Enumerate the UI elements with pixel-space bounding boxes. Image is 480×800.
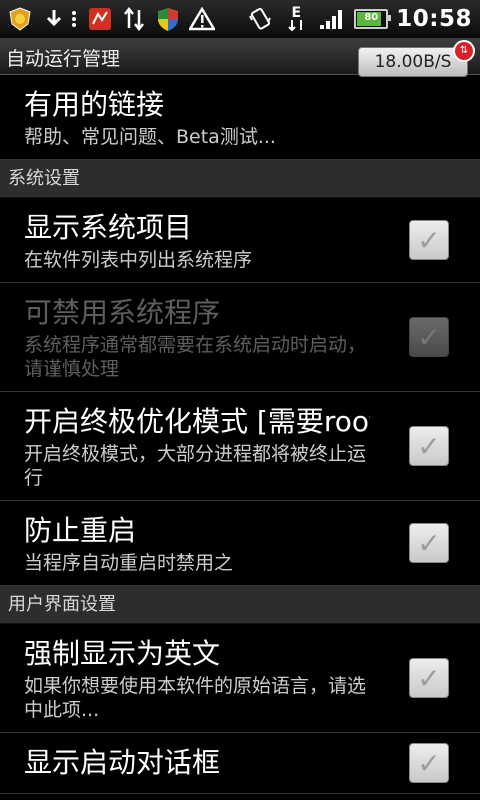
app-notification-icon[interactable]	[6, 5, 34, 33]
show-system-items-item[interactable]: 显示系统项目 在软件列表中列出系统程序 ✓	[0, 198, 480, 283]
section-header-system: 系统设置	[0, 160, 480, 198]
speed-alert-icon[interactable]: ⇅	[453, 40, 475, 62]
item-title: 可禁用系统程序	[24, 296, 221, 329]
ultimate-mode-item[interactable]: 开启终极优化模式 [需要root] 开启终极模式，大部分进程都将被终止运行 ✓	[0, 392, 480, 501]
show-system-items-checkbox[interactable]: ✓	[409, 220, 449, 260]
settings-list: 有用的链接 帮助、常见问题、Beta测试... 系统设置 显示系统项目 在软件列…	[0, 75, 480, 794]
section-header-ui: 用户界面设置	[0, 586, 480, 624]
data-transfer-icon	[120, 5, 148, 33]
edge-network-icon: E	[282, 5, 310, 33]
status-bar: E 80 10:58	[0, 0, 480, 38]
title-bar: 自动运行管理 18.00B/S ⇅	[0, 38, 480, 77]
item-summary: 当程序自动重启时禁用之	[24, 552, 234, 574]
page-title: 自动运行管理	[6, 48, 121, 70]
ultimate-mode-checkbox[interactable]: ✓	[409, 426, 449, 466]
battery-level: 80	[364, 12, 379, 23]
signal-icon	[318, 5, 346, 33]
red-app-icon[interactable]	[86, 5, 114, 33]
item-summary: 开启终极模式，大部分进程都将被终止运行	[24, 443, 367, 489]
disable-system-apps-checkbox: ✓	[409, 317, 449, 357]
disable-system-apps-item: 可禁用系统程序 系统程序通常都需要在系统启动时启动，请谨慎处理 ✓	[0, 283, 480, 392]
item-title: 显示启动对话框	[24, 746, 221, 779]
prevent-restart-checkbox[interactable]: ✓	[409, 523, 449, 563]
force-english-item[interactable]: 强制显示为英文 如果你想要使用本软件的原始语言，请选中此项... ✓	[0, 624, 480, 733]
item-title: 开启终极优化模式 [需要root]	[24, 405, 370, 438]
warning-icon	[188, 5, 216, 33]
item-summary: 如果你想要使用本软件的原始语言，请选中此项...	[24, 675, 367, 721]
more-icon[interactable]	[68, 5, 80, 33]
item-summary: 帮助、常见问题、Beta测试...	[24, 126, 276, 148]
item-title: 有用的链接	[24, 88, 165, 121]
item-summary: 在软件列表中列出系统程序	[24, 249, 253, 271]
network-speed-badge[interactable]: 18.00B/S	[358, 47, 468, 77]
vibrate-icon	[246, 5, 274, 33]
shield-icon	[154, 5, 182, 33]
item-title: 强制显示为英文	[24, 637, 221, 670]
item-title: 显示系统项目	[24, 211, 193, 244]
force-english-checkbox[interactable]: ✓	[409, 658, 449, 698]
download-icon[interactable]	[40, 5, 68, 33]
battery-icon: 80	[354, 9, 392, 29]
prevent-restart-item[interactable]: 防止重启 当程序自动重启时禁用之 ✓	[0, 501, 480, 586]
clock: 10:58	[396, 6, 472, 32]
item-summary: 系统程序通常都需要在系统启动时启动，请谨慎处理	[24, 334, 367, 380]
show-startup-dialog-item[interactable]: 显示启动对话框 ✓	[0, 733, 480, 794]
useful-links-item[interactable]: 有用的链接 帮助、常见问题、Beta测试...	[0, 75, 480, 160]
show-startup-dialog-checkbox[interactable]: ✓	[409, 743, 449, 783]
item-title: 防止重启	[24, 514, 137, 547]
